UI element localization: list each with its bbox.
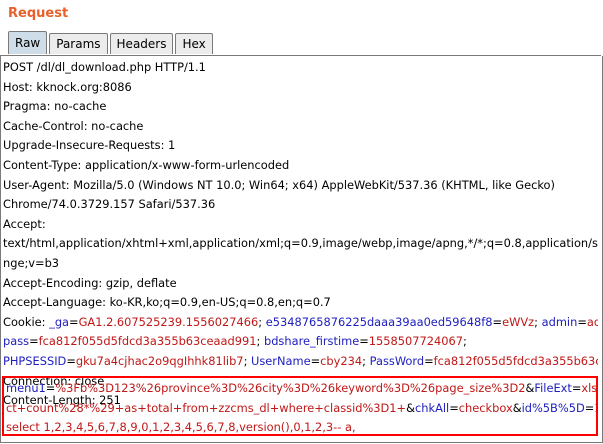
param-separator: & [597, 381, 598, 395]
cookie-line: PHPSESSID=gku7a4cjhac2o9qgIhhk81lib7; Us… [3, 352, 598, 372]
cookie-name: PHPSESSID [3, 353, 67, 368]
param-separator: & [512, 400, 522, 415]
tab-hex[interactable]: Hex [175, 33, 213, 54]
request-lines: POST /dl/dl_download.php HTTP/1.1 Host: k… [3, 58, 598, 411]
body-line: select 1,2,3,4,5,6,7,8,9,0,1,2,3,4,5,6,7… [6, 418, 598, 438]
cookie-name: PassWord [369, 353, 425, 368]
request-panel-header: Request [0, 0, 603, 32]
request-line: Content-Type: application/x-www-form-url… [3, 157, 290, 172]
param-value: 1) union [594, 401, 598, 415]
param-value: %3Fb%3D123%26province%3D%26city%3D%26key… [55, 381, 526, 395]
param-value: checkbox [458, 400, 513, 415]
request-line: User-Agent: Mozilla/5.0 (Windows NT 10.0… [3, 177, 555, 192]
request-line: Accept: [3, 216, 46, 231]
param-name: chkAll [415, 400, 450, 415]
cookie-separator: = [29, 334, 39, 349]
cookie-separator: ; [243, 353, 252, 368]
cookie-name: admin [541, 314, 578, 329]
tab-params[interactable]: Params [49, 33, 108, 54]
body-line: menu1=%3Fb%3D123%26province%3D%26city%3D… [6, 379, 598, 399]
param-separator: = [45, 381, 56, 395]
body-line: ct+count%28*%29+as+total+from+zzcms_dl+w… [6, 399, 598, 419]
cookie-name: pass [3, 334, 30, 349]
cookie-separator: = [66, 353, 76, 368]
cookie-value: fca812f055d5fdcd3a355b63ceaad991 [38, 334, 257, 349]
request-body-lines: menu1=%3Fb%3D123%26province%3D%26city%3D… [6, 379, 598, 438]
cookie-name: e5348765876225daaa39aa0ed59648f8 [265, 314, 493, 329]
tab-headers[interactable]: Headers [109, 33, 174, 54]
request-line: Upgrade-Insecure-Requests: 1 [3, 138, 176, 153]
cookie-separator: ; [256, 334, 264, 349]
cookie-separator: = [424, 353, 434, 368]
param-separator: = [584, 400, 595, 415]
request-line: Pragma: no-cache [3, 99, 107, 114]
param-separator: = [449, 400, 459, 415]
cookie-separator: ; [463, 334, 467, 349]
param-value: xls [581, 381, 598, 395]
cookie-separator: ; [362, 353, 370, 368]
request-line: Host: kknock.org:8086 [3, 79, 132, 94]
raw-request-editor[interactable]: POST /dl/dl_download.php HTTP/1.1 Host: k… [0, 56, 603, 443]
cookie-value: eWVz [502, 314, 535, 329]
param-name: id%5B%5D [521, 400, 585, 415]
request-line: text/html,application/xhtml+xml,applicat… [3, 236, 598, 251]
cookie-line: pass=fca812f055d5fdcd3a355b63ceaad991; b… [3, 332, 598, 352]
request-line: Cache-Control: no-cache [3, 118, 144, 133]
cookie-name: bdshare_firstime [263, 334, 360, 349]
cookie-name: UserName [251, 353, 311, 368]
cookie-value: GA1.2.607525239.1556027466 [78, 314, 259, 329]
request-line: nge;v=b3 [3, 255, 60, 270]
cookie-separator: ; [258, 314, 266, 329]
param-name: FileExt [534, 381, 572, 395]
cookie-separator: = [577, 314, 587, 329]
cookie-separator: = [310, 353, 321, 368]
request-line: POST /dl/dl_download.php HTTP/1.1 [3, 60, 206, 74]
cookie-line: Cookie: _ga=GA1.2.607525239.1556027466; … [3, 313, 598, 333]
cookie-value: fca812f055d5fdcd3a355b63ceaad991 [433, 353, 598, 368]
cookie-separator: = [69, 314, 79, 329]
param-separator: = [571, 381, 582, 395]
tab-bar: Raw Params Headers Hex [8, 31, 215, 56]
cookie-value: 1558507724067 [368, 334, 463, 349]
cookie-separator: ; [534, 314, 542, 329]
request-line: Accept-Language: ko-KR,ko;q=0.9,en-US;q=… [3, 295, 331, 310]
cookie-name: _ga [49, 314, 70, 329]
cookie-label: Cookie: [3, 314, 50, 329]
request-line: Accept-Encoding: gzip, deflate [3, 275, 177, 290]
cookie-separator: = [359, 334, 369, 349]
param-separator: & [406, 400, 415, 415]
cookie-value: admin [586, 314, 598, 329]
param-name: menu1 [6, 381, 46, 395]
param-value: select 1,2,3,4,5,6,7,8,9,0,1,2,3,4,5,6,7… [6, 420, 356, 435]
param-value: ct+count%28*%29+as+total+from+zzcms_dl+w… [6, 400, 407, 415]
panel-title: Request [8, 6, 69, 21]
request-line: Chrome/74.0.3729.157 Safari/537.36 [3, 197, 216, 212]
cookie-separator: = [492, 314, 503, 329]
cookie-value: cby234 [320, 353, 363, 368]
highlighted-request-body: menu1=%3Fb%3D123%26province%3D%26city%3D… [2, 376, 598, 436]
cookie-value: gku7a4cjhac2o9qgIhhk81lib7 [75, 353, 244, 368]
tab-raw[interactable]: Raw [8, 31, 48, 54]
